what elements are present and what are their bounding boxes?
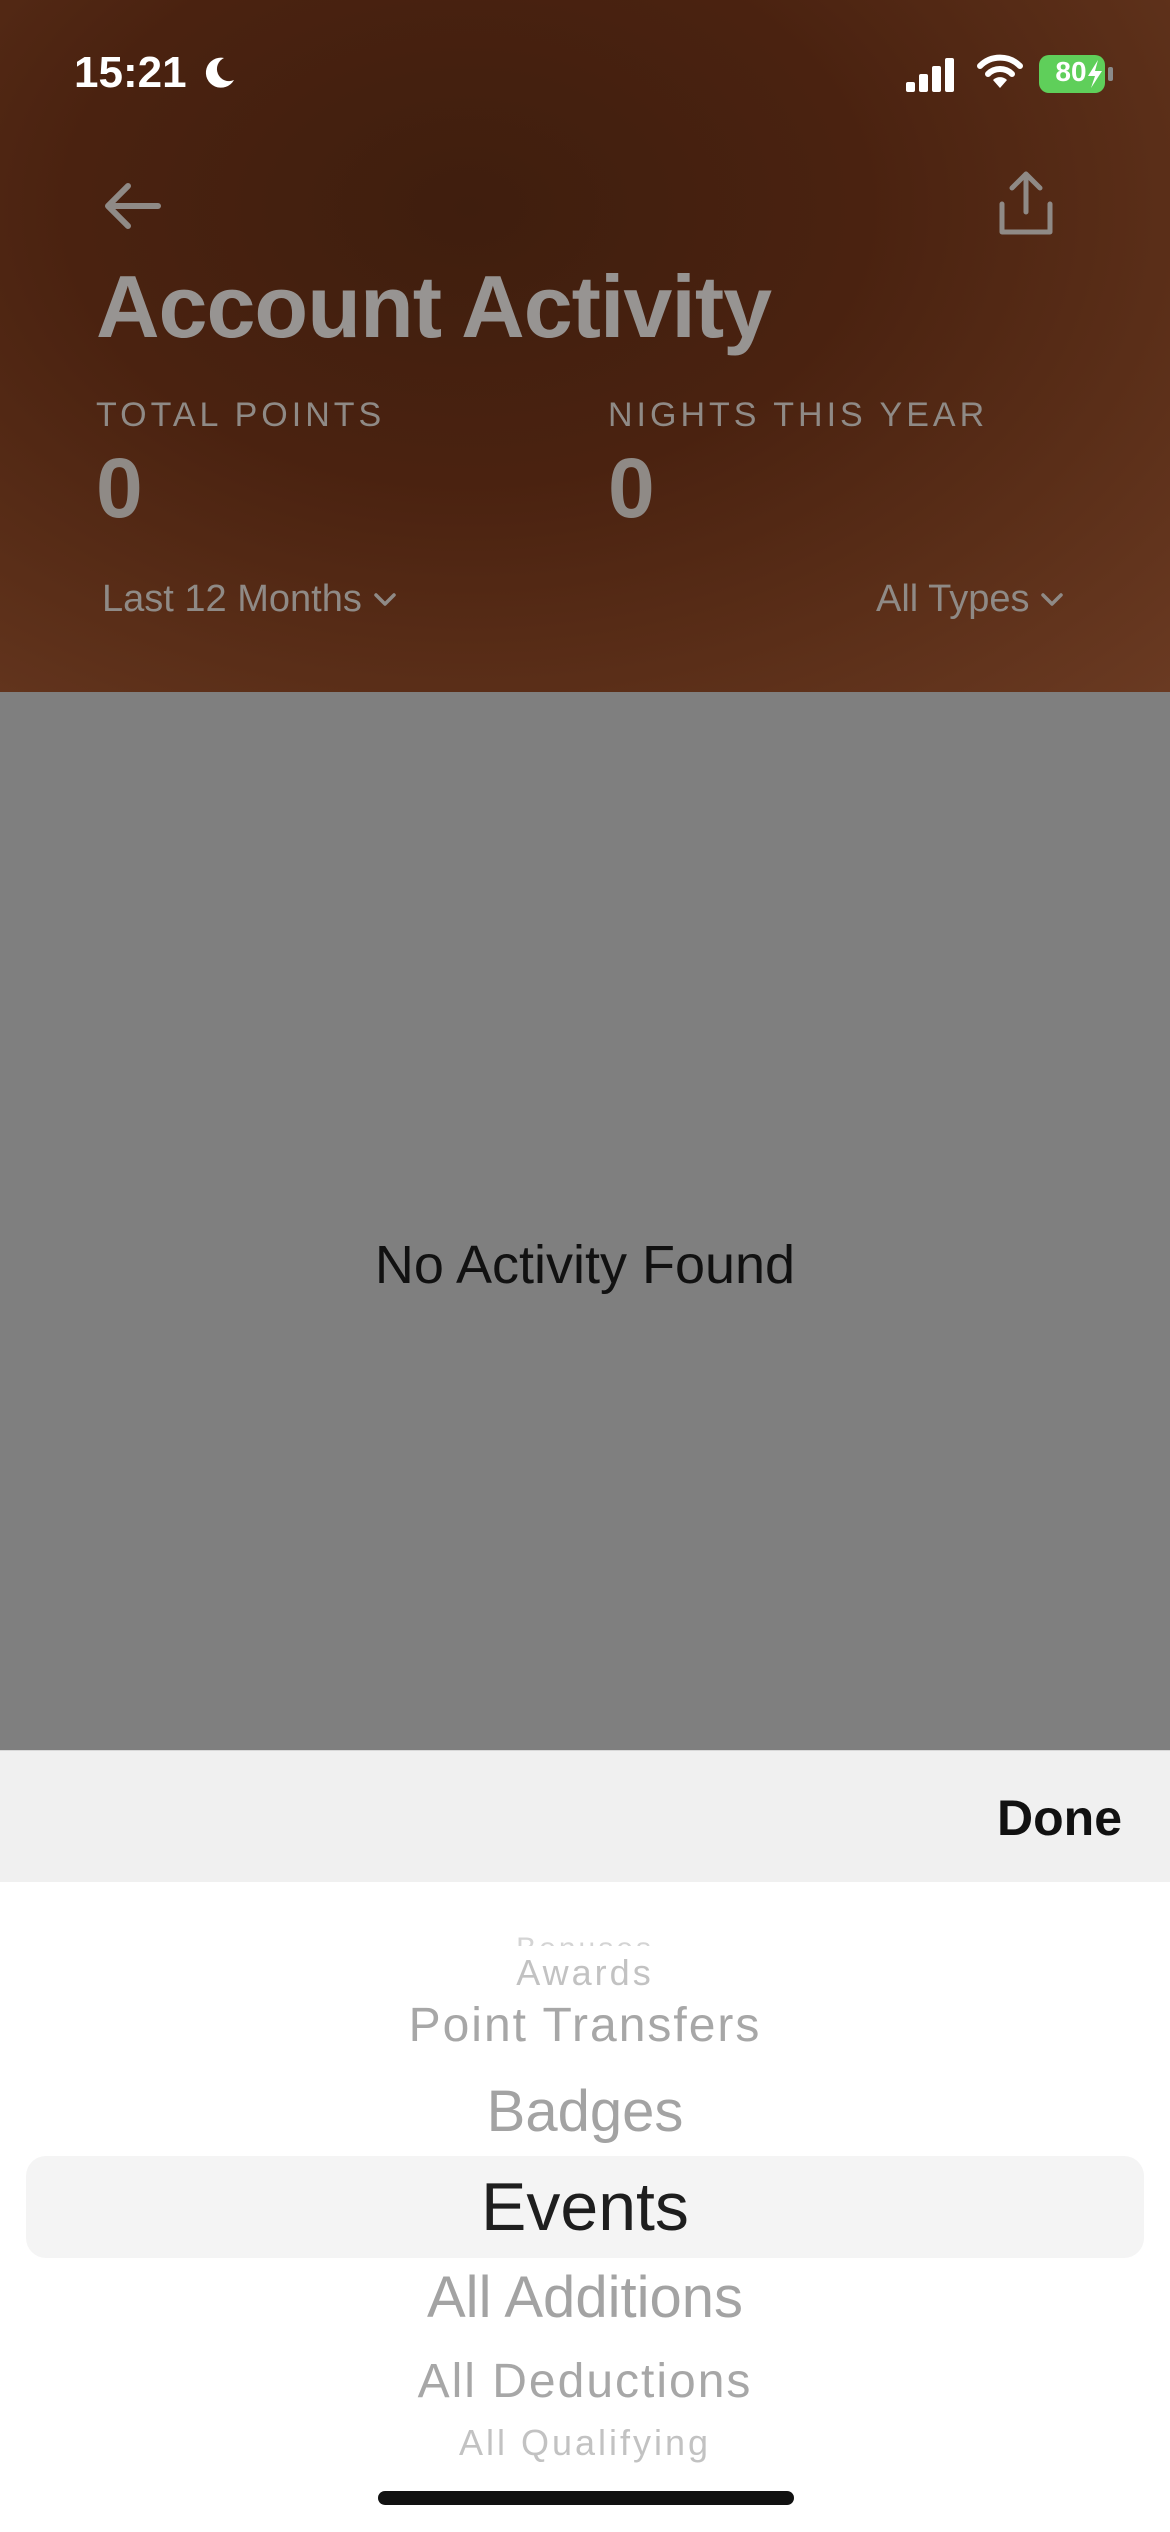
chevron-down-icon [1041,592,1064,606]
nights-this-year-value: 0 [608,441,655,535]
type-filter[interactable]: All Types [876,578,1064,621]
empty-state-message: No Activity Found [374,1235,796,1295]
share-icon[interactable] [996,168,1056,238]
picker-option[interactable]: All Qualifying [0,2422,1170,2464]
picker-option[interactable]: All Deductions [0,2354,1170,2409]
type-filter-label: All Types [876,578,1030,620]
page-title: Account Activity [96,257,772,356]
total-points-label: TOTAL POINTS [96,396,386,434]
picker-option[interactable]: Badges [0,2078,1170,2145]
header-banner: 15:21 80 Account Activity TOTAL POINTS 0 [0,0,1170,692]
done-button[interactable]: Done [997,1789,1122,1847]
status-time: 15:21 [74,48,187,97]
back-arrow-icon[interactable] [100,178,164,234]
picker-option[interactable]: All Additions [0,2264,1170,2331]
nights-this-year-label: NIGHTS THIS YEAR [608,396,989,434]
chevron-down-icon [374,592,396,606]
cellular-signal-icon [906,58,954,92]
status-bar: 15:21 80 [0,0,1170,150]
picker-toolbar: Done [0,1750,1170,1883]
picker-option-selected[interactable]: Events [0,2168,1170,2246]
home-indicator[interactable] [378,2491,794,2505]
picker-option[interactable]: Awards [0,1952,1170,1994]
battery-level: 80 [1055,56,1087,87]
date-range-label: Last 12 Months [102,578,362,620]
type-picker[interactable]: Bonuses Awards Point Transfers Badges Ev… [0,1882,1170,2532]
moon-icon [205,57,234,88]
wifi-icon [977,54,1023,88]
picker-option[interactable]: Point Transfers [0,1998,1170,2053]
total-points-value: 0 [96,441,143,535]
picker-option[interactable]: Bonuses [0,1932,1170,1946]
date-range-filter[interactable]: Last 12 Months [102,578,396,621]
